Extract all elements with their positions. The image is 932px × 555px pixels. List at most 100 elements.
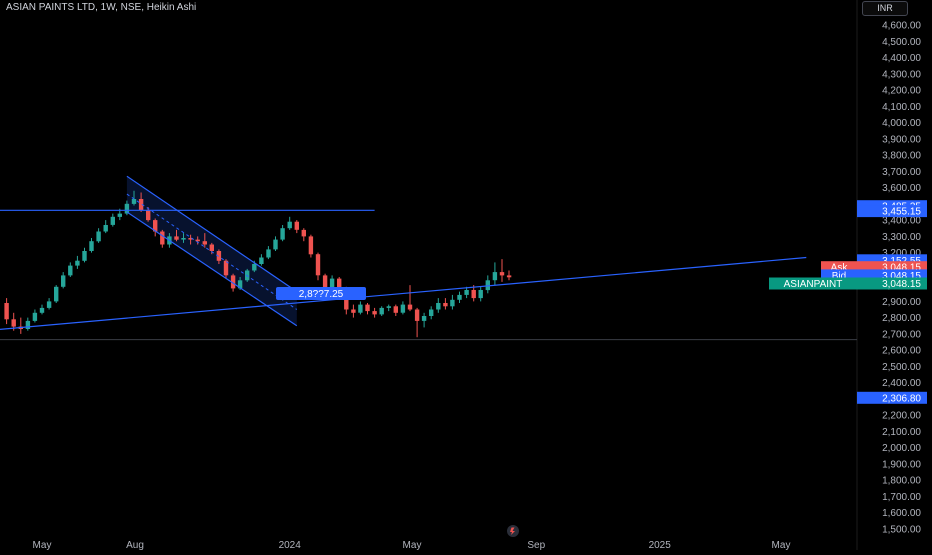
- price-tick-label: 2,200.00: [882, 411, 921, 422]
- candle-body: [322, 275, 328, 289]
- candles-layer: [4, 190, 512, 338]
- candle-body: [436, 303, 441, 310]
- price-tick-label: 4,500.00: [882, 37, 921, 48]
- price-tick-label: 4,000.00: [882, 118, 921, 129]
- candle-body: [103, 225, 108, 232]
- candle-body: [358, 304, 363, 313]
- candle-body: [478, 290, 483, 299]
- candle-body: [82, 251, 87, 261]
- time-tick-label: Sep: [527, 540, 545, 550]
- chart-svg[interactable]: 1,500.00 1,600.00 1,700.00 1,800.00 1,900.00…: [0, 0, 932, 551]
- candle-body: [110, 216, 115, 225]
- candle-body: [160, 231, 165, 245]
- candle-body: [315, 254, 321, 276]
- price-label: ASIANPAINT 3,048.15: [769, 277, 927, 290]
- candle-body: [25, 320, 31, 329]
- candle-body: [337, 278, 342, 289]
- candle-body: [209, 244, 214, 251]
- candle-body: [195, 239, 200, 242]
- candle-body: [457, 294, 462, 300]
- price-tick-label: 3,600.00: [882, 183, 921, 194]
- price-label: 2,306.80: [857, 391, 927, 404]
- candle-body: [280, 228, 285, 240]
- candle-body: [379, 307, 384, 315]
- candle-body: [351, 309, 356, 313]
- price-tick-label: 2,400.00: [882, 378, 921, 389]
- price-tick-label: 1,900.00: [882, 460, 921, 471]
- candle-body: [421, 316, 427, 321]
- channel-upper-line[interactable]: [126, 175, 298, 293]
- candle-body: [75, 260, 80, 266]
- chart-title: ASIAN PAINTS LTD, 1W, NSE, Heikin Ashi: [6, 2, 197, 13]
- price-tick-label: 4,300.00: [882, 69, 921, 80]
- candle-body: [39, 307, 45, 313]
- time-axis[interactable]: May Aug 2024 May Sep 2025 May: [33, 540, 791, 551]
- candle-body: [471, 290, 476, 299]
- candle-body: [443, 303, 448, 307]
- candle-body: [131, 199, 137, 204]
- candle-body: [266, 249, 271, 258]
- time-tick-label: May: [403, 540, 422, 550]
- channel-lower-line[interactable]: [126, 211, 298, 327]
- candle-body: [372, 311, 377, 315]
- candle-body: [407, 304, 413, 310]
- candle-body: [429, 309, 434, 316]
- price-tick-label: 3,300.00: [882, 232, 921, 243]
- channel-mid-line[interactable]: [126, 193, 298, 310]
- candle-body: [259, 257, 264, 264]
- candle-body: [450, 299, 455, 307]
- price-tick-label: 3,900.00: [882, 134, 921, 145]
- candle-body: [464, 290, 469, 295]
- candle-body: [11, 319, 16, 327]
- price-tick-label: 1,800.00: [882, 476, 921, 487]
- price-tick-label: 2,700.00: [882, 329, 921, 340]
- price-label-value: 3,048.15: [882, 279, 921, 290]
- candle-body: [492, 272, 498, 281]
- candle-body: [294, 221, 299, 230]
- candle-body: [393, 306, 398, 313]
- candle-body: [499, 272, 505, 276]
- candle-body: [252, 264, 257, 271]
- candle-body: [308, 236, 314, 255]
- price-tick-label: 2,800.00: [882, 313, 921, 324]
- trendline-drawing[interactable]: [0, 256, 807, 331]
- time-tick-label: May: [33, 540, 52, 550]
- price-tick-label: 2,000.00: [882, 443, 921, 454]
- candle-body: [506, 275, 512, 278]
- time-tick-label: May: [772, 540, 791, 550]
- price-tick-label: 4,600.00: [882, 21, 921, 32]
- price-tick-label: 1,500.00: [882, 525, 921, 536]
- time-tick-label: Aug: [126, 540, 144, 550]
- candle-body: [4, 303, 9, 320]
- drawings-layer[interactable]: [0, 176, 857, 341]
- price-tick-label: 2,500.00: [882, 362, 921, 373]
- time-tick-label: 2025: [649, 540, 672, 550]
- price-tick-label: 2,100.00: [882, 427, 921, 438]
- candle-body: [117, 213, 122, 217]
- currency-button[interactable]: INR: [862, 1, 908, 16]
- candle-body: [146, 210, 151, 221]
- candle-body: [329, 278, 335, 289]
- candle-body: [181, 238, 186, 240]
- candle-body: [273, 239, 278, 250]
- candle-body: [287, 221, 292, 229]
- candle-body: [174, 236, 179, 240]
- candle-body: [32, 312, 38, 321]
- candle-body: [301, 229, 306, 237]
- price-tick-label: 3,800.00: [882, 151, 921, 162]
- chart[interactable]: 1,500.00 1,600.00 1,700.00 1,800.00 1,900.00…: [0, 0, 932, 551]
- candle-body: [386, 306, 391, 308]
- price-tick-label: 4,200.00: [882, 86, 921, 97]
- time-tick-label: 2024: [279, 540, 302, 550]
- candle-body: [414, 309, 420, 321]
- candle-body: [61, 275, 66, 287]
- tradingview-logo-icon[interactable]: [507, 525, 519, 537]
- candle-body: [202, 241, 207, 245]
- channel-label-text: 2,8??7.25: [299, 289, 344, 300]
- price-tick-label: 3,700.00: [882, 167, 921, 178]
- candle-body: [400, 304, 406, 313]
- candle-body: [68, 265, 73, 276]
- price-tick-label: 4,400.00: [882, 53, 921, 64]
- candle-body: [365, 304, 370, 312]
- channel-label[interactable]: 2,8??7.25: [276, 287, 366, 300]
